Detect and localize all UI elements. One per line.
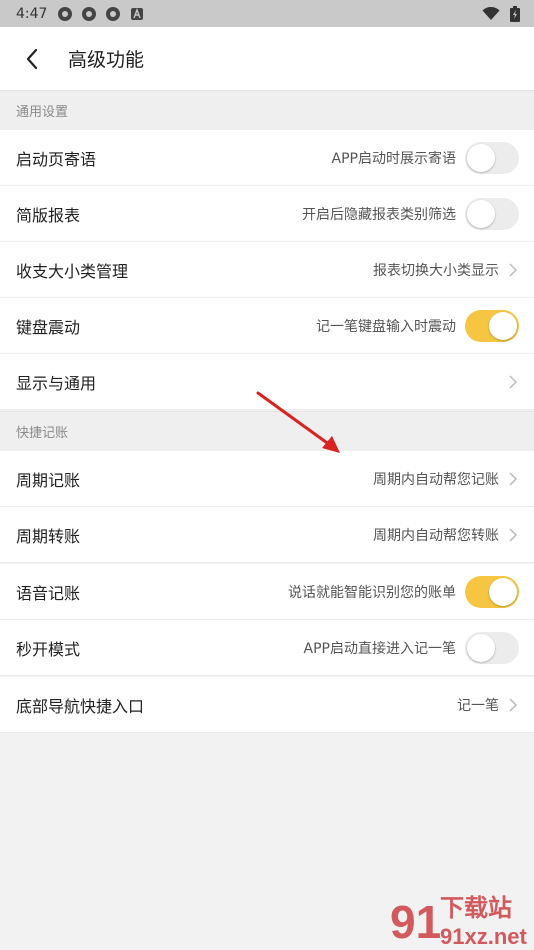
row-periodic-entry[interactable]: 周期记账 周期内自动帮您记账: [0, 451, 534, 507]
app-icon: [82, 6, 97, 21]
row-desc: 周期内自动帮您转账: [373, 527, 499, 544]
toggle-keyboard-vibration[interactable]: [465, 309, 519, 342]
chevron-right-icon: [509, 374, 518, 389]
row-periodic-transfer[interactable]: 周期转账 周期内自动帮您转账: [0, 507, 534, 563]
row-launch-greeting[interactable]: 启动页寄语 APP启动时展示寄语: [0, 130, 534, 186]
chevron-left-icon: [26, 48, 38, 69]
row-desc: 开启后隐藏报表类别筛选: [302, 206, 456, 223]
toggle-knob: [467, 143, 495, 172]
app-header: 高级功能: [0, 27, 534, 90]
status-time: 4:47: [16, 5, 48, 22]
row-label: 周期转账: [16, 526, 81, 546]
toggle-voice-entry[interactable]: [465, 575, 519, 608]
row-label: 周期记账: [16, 470, 81, 490]
row-desc: 周期内自动帮您记账: [373, 471, 499, 488]
battery-icon: [510, 5, 520, 22]
row-desc: 报表切换大小类显示: [373, 262, 499, 279]
chevron-right-icon: [509, 697, 518, 712]
watermark-title: 下载站: [440, 894, 512, 922]
app-icon: [106, 6, 121, 21]
chevron-right-icon: [509, 527, 518, 542]
app-icon: [58, 6, 73, 21]
toggle-knob: [467, 199, 495, 228]
annotation-arrow-icon: [256, 391, 340, 453]
row-simple-report[interactable]: 简版报表 开启后隐藏报表类别筛选: [0, 186, 534, 242]
toggle-knob: [467, 633, 495, 662]
row-label: 显示与通用: [16, 373, 97, 393]
row-label: 收支大小类管理: [16, 261, 129, 281]
row-desc: APP启动时展示寄语: [331, 150, 456, 167]
row-desc: APP启动直接进入记一笔: [303, 640, 456, 657]
toggle-knob: [489, 311, 517, 340]
row-instant-open[interactable]: 秒开模式 APP启动直接进入记一笔: [0, 620, 534, 676]
wifi-icon: [482, 6, 500, 20]
row-label: 秒开模式: [16, 639, 81, 659]
row-label: 简版报表: [16, 205, 81, 225]
watermark-url: 91xz.net: [440, 924, 527, 949]
row-voice-entry[interactable]: 语音记账 说话就能智能识别您的账单: [0, 564, 534, 620]
toggle-simple-report[interactable]: [465, 197, 519, 230]
toggle-instant-open[interactable]: [465, 631, 519, 664]
row-label: 语音记账: [16, 583, 81, 603]
toggle-knob: [489, 577, 517, 606]
row-label: 启动页寄语: [16, 149, 97, 169]
row-keyboard-vibration[interactable]: 键盘震动 记一笔键盘输入时震动: [0, 298, 534, 354]
row-bottom-nav-shortcut[interactable]: 底部导航快捷入口 记一笔: [0, 677, 534, 733]
page-title: 高级功能: [68, 49, 145, 71]
watermark-logo: 91 下载站 91xz.net: [390, 894, 527, 949]
row-desc: 记一笔键盘输入时震动: [316, 318, 456, 335]
row-desc: 记一笔: [457, 697, 499, 714]
row-label: 键盘震动: [16, 317, 81, 337]
back-button[interactable]: [4, 27, 60, 90]
section-header-general: 通用设置: [0, 90, 534, 130]
chevron-right-icon: [509, 471, 518, 486]
a-badge-icon: [131, 7, 144, 20]
toggle-launch-greeting[interactable]: [465, 141, 519, 174]
row-label: 底部导航快捷入口: [16, 696, 145, 716]
row-category-management[interactable]: 收支大小类管理 报表切换大小类显示: [0, 242, 534, 298]
row-desc: 说话就能智能识别您的账单: [288, 584, 456, 601]
chevron-right-icon: [509, 262, 518, 277]
watermark-logo-mark: 91: [390, 896, 441, 948]
status-bar: 4:47: [0, 0, 534, 27]
